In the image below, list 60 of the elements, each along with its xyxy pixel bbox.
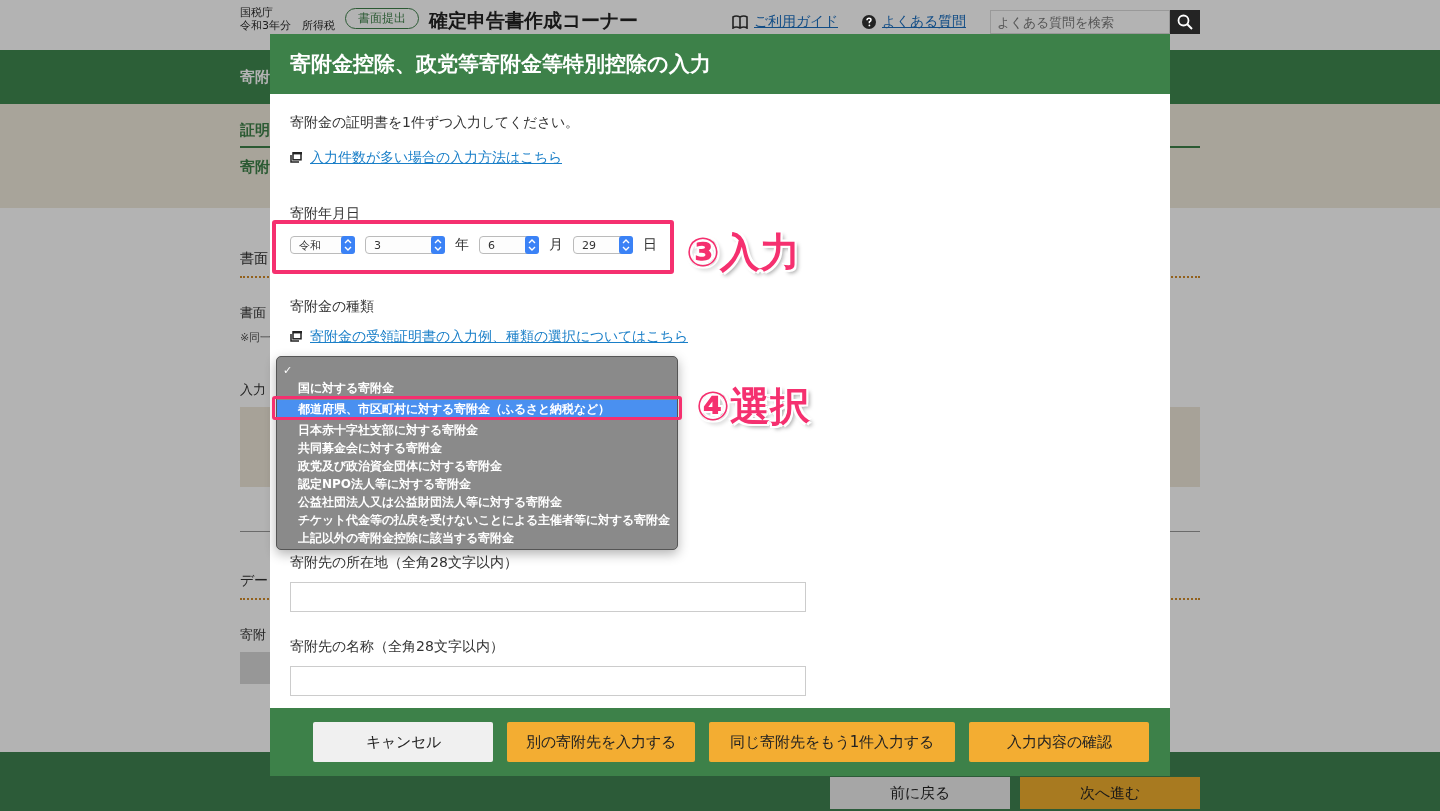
menu-option[interactable]: 認定NPO法人等に対する寄附金 bbox=[277, 475, 677, 493]
body-text: 書面 bbox=[240, 305, 266, 320]
new-window-icon bbox=[290, 330, 302, 342]
agency-name: 国税庁 bbox=[240, 6, 274, 19]
annotation-label: ④選択 bbox=[696, 382, 810, 430]
new-window-icon bbox=[290, 151, 302, 163]
dialog-title: 寄附金控除、政党等寄附金等特別控除の入力 bbox=[290, 51, 711, 78]
header-link[interactable]: よくある質問 bbox=[882, 13, 966, 31]
field-label: 寄附先の所在地（全角28文字以内） bbox=[290, 554, 518, 570]
dialog-button[interactable]: キャンセル bbox=[313, 722, 493, 762]
search-field[interactable]: よくある質問を検索 bbox=[990, 10, 1170, 34]
stepper-icon bbox=[619, 236, 633, 254]
menu-option[interactable]: チケット代金等の払戻を受けないことによる主催者等に対する寄附金 bbox=[277, 511, 677, 529]
menu-option[interactable]: 都道府県、市区町村に対する寄附金（ふるさと納税など） bbox=[277, 400, 677, 418]
dialog-button[interactable]: 別の寄附先を入力する bbox=[507, 722, 695, 762]
date-unit: 年 bbox=[455, 236, 469, 254]
header-link[interactable]: ご利用ガイド bbox=[754, 13, 838, 31]
body-text: 寄附 bbox=[240, 627, 266, 642]
dialog-button[interactable]: 入力内容の確認 bbox=[969, 722, 1149, 762]
date-select[interactable]: 29 bbox=[573, 236, 633, 254]
search-button[interactable] bbox=[1170, 10, 1200, 34]
date-select[interactable]: 3 bbox=[365, 236, 445, 254]
field-label: 寄附年月日 bbox=[290, 205, 360, 221]
site-title: 確定申告書作成コーナー bbox=[429, 8, 638, 32]
help-link[interactable]: 入力件数が多い場合の入力方法はこちら bbox=[310, 147, 562, 167]
field-label: 寄附先の名称（全角28文字以内） bbox=[290, 638, 504, 654]
menu-option[interactable]: 上記以外の寄附金控除に該当する寄附金 bbox=[277, 529, 677, 547]
text-field[interactable] bbox=[290, 666, 806, 696]
note-text: ※同一 bbox=[240, 331, 272, 344]
help-icon bbox=[862, 15, 876, 29]
help-link[interactable]: 寄附金の受領証明書の入力例、種類の選択についてはこちら bbox=[310, 326, 688, 346]
menu-option[interactable]: 日本赤十字社支部に対する寄附金 bbox=[277, 421, 677, 439]
tax-year: 令和3年分 所得税 bbox=[240, 19, 335, 32]
menu-option[interactable]: 政党及び政治資金団体に対する寄附金 bbox=[277, 457, 677, 475]
body-text: 入力 bbox=[240, 382, 266, 397]
check-mark: ✓ bbox=[283, 363, 293, 377]
date-unit: 月 bbox=[549, 236, 563, 254]
menu-option[interactable]: 共同募金会に対する寄附金 bbox=[277, 439, 677, 457]
book-icon bbox=[732, 15, 748, 29]
page-title: 寄附 bbox=[240, 158, 270, 177]
stepper-icon bbox=[341, 236, 355, 254]
date-select[interactable]: 6 bbox=[479, 236, 539, 254]
field-label: 寄附金の種類 bbox=[290, 298, 374, 314]
date-unit: 日 bbox=[643, 236, 657, 254]
stepper-icon bbox=[431, 236, 445, 254]
section-label: 証明 bbox=[240, 121, 270, 139]
nav-button[interactable]: 次へ進む bbox=[1020, 777, 1200, 809]
dialog-button[interactable]: 同じ寄附先をもう1件入力する bbox=[709, 722, 955, 762]
annotation-label: ③入力 bbox=[686, 228, 800, 276]
section-heading: デー bbox=[240, 572, 268, 588]
date-select[interactable]: 令和 bbox=[290, 236, 355, 254]
step-label: 寄附 bbox=[240, 68, 270, 86]
menu-option[interactable]: 国に対する寄附金 bbox=[277, 379, 677, 397]
stepper-icon bbox=[525, 236, 539, 254]
search-icon bbox=[1177, 14, 1193, 30]
menu-option[interactable]: 公益社団法人又は公益財団法人等に対する寄附金 bbox=[277, 493, 677, 511]
text-field[interactable] bbox=[290, 582, 806, 612]
section-heading: 書面 bbox=[240, 250, 268, 266]
instruction-text: 寄附金の証明書を1件ずつ入力してください。 bbox=[290, 113, 579, 132]
nav-button[interactable]: 前に戻る bbox=[830, 777, 1010, 809]
